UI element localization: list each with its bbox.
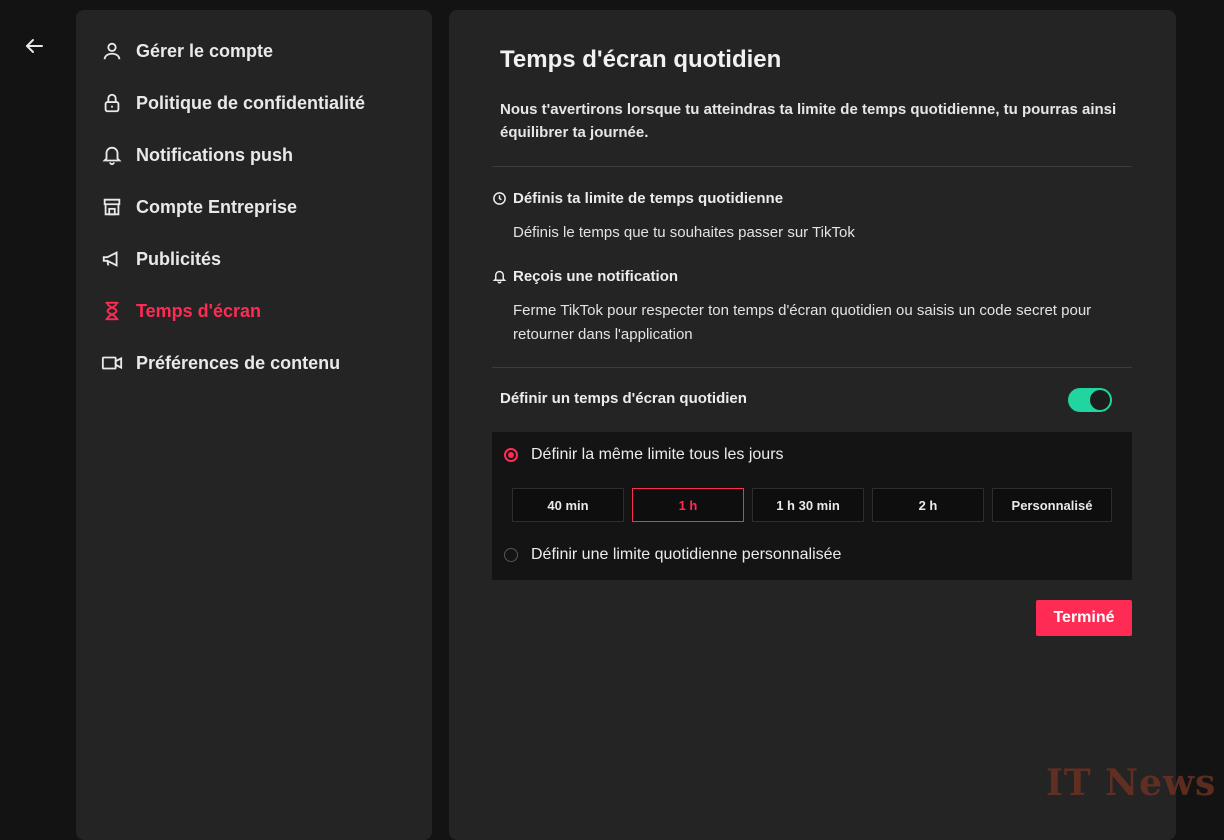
- divider: [492, 367, 1132, 368]
- limit-options-panel: Définir la même limite tous les jours 40…: [492, 432, 1132, 580]
- store-icon: [100, 195, 124, 219]
- screen-time-panel: Temps d'écran quotidien Nous t'avertiron…: [449, 10, 1176, 840]
- sidebar-item-label: Temps d'écran: [136, 300, 261, 321]
- duration-option-1h[interactable]: 1 h: [632, 488, 744, 522]
- sidebar-item-label: Préférences de contenu: [136, 352, 341, 373]
- radio-label: Définir la même limite tous les jours: [531, 446, 784, 463]
- bell-icon: [100, 143, 124, 167]
- sidebar-item-notifications[interactable]: Notifications push: [100, 139, 293, 171]
- sidebar-item-business-account[interactable]: Compte Entreprise: [100, 191, 297, 223]
- sidebar-item-label: Publicités: [136, 248, 222, 269]
- settings-sidebar: Gérer le compte Politique de confidentia…: [76, 10, 432, 840]
- duration-option-1h30[interactable]: 1 h 30 min: [752, 488, 864, 522]
- lock-icon: [100, 91, 124, 115]
- radio-label: Définir une limite quotidienne personnal…: [531, 546, 842, 563]
- radio-custom-limit[interactable]: Définir une limite quotidienne personnal…: [504, 546, 841, 564]
- sidebar-item-screen-time[interactable]: Temps d'écran: [100, 295, 261, 327]
- duration-option-40min[interactable]: 40 min: [512, 488, 624, 522]
- bell-icon: [492, 269, 508, 285]
- video-icon: [100, 351, 124, 375]
- sidebar-item-manage-account[interactable]: Gérer le compte: [100, 35, 273, 67]
- radio-button-unchecked[interactable]: [504, 548, 518, 562]
- info-heading-limit: Définis ta limite de temps quotidienne: [492, 190, 783, 207]
- daily-limit-toggle[interactable]: [1068, 388, 1112, 412]
- sidebar-item-label: Politique de confidentialité: [136, 92, 366, 113]
- info-heading-text: Définis ta limite de temps quotidienne: [513, 190, 784, 207]
- duration-option-custom[interactable]: Personnalisé: [992, 488, 1112, 522]
- done-button[interactable]: Terminé: [1036, 600, 1132, 636]
- page-description: Nous t'avertirons lorsque tu atteindras …: [500, 101, 1117, 141]
- back-button[interactable]: [22, 34, 46, 58]
- arrow-left-icon: [26, 39, 43, 53]
- page-title: Temps d'écran quotidien: [500, 46, 782, 73]
- megaphone-icon: [100, 247, 124, 271]
- toggle-knob: [1090, 390, 1110, 410]
- hourglass-icon: [100, 299, 124, 323]
- radio-button-checked[interactable]: [504, 448, 518, 462]
- radio-same-limit[interactable]: Définir la même limite tous les jours: [504, 446, 784, 464]
- sidebar-item-label: Notifications push: [136, 144, 293, 165]
- sidebar-item-label: Gérer le compte: [136, 40, 274, 61]
- duration-option-2h[interactable]: 2 h: [872, 488, 984, 522]
- sidebar-item-privacy[interactable]: Politique de confidentialité: [100, 87, 365, 119]
- sidebar-item-content-preferences[interactable]: Préférences de contenu: [100, 347, 340, 379]
- user-icon: [100, 39, 124, 63]
- watermark-logo: IT News: [1046, 762, 1217, 804]
- clock-icon: [492, 191, 508, 207]
- info-heading-notification: Reçois une notification: [492, 268, 678, 285]
- sidebar-item-ads[interactable]: Publicités: [100, 243, 221, 275]
- info-text-limit: Définis le temps que tu souhaites passer…: [513, 224, 855, 241]
- daily-limit-toggle-label: Définir un temps d'écran quotidien: [500, 390, 747, 407]
- info-heading-text: Reçois une notification: [513, 268, 679, 285]
- divider: [492, 166, 1132, 167]
- sidebar-item-label: Compte Entreprise: [136, 196, 298, 217]
- info-text-notification: Ferme TikTok pour respecter ton temps d'…: [513, 302, 1092, 343]
